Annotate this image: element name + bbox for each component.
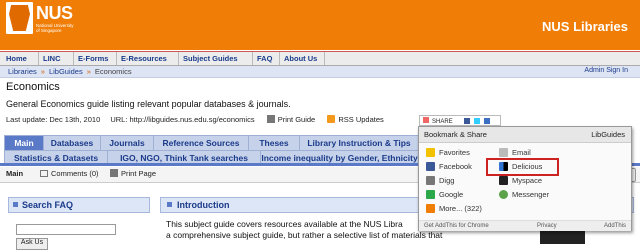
share-messenger[interactable]: Messenger (499, 190, 549, 199)
facebook-label: Facebook (439, 162, 472, 171)
popup-header: Bookmark & Share LibGuides (419, 127, 631, 143)
myspace-label: Myspace (512, 176, 543, 185)
get-addthis-link[interactable]: Get AddThis for Chrome (424, 221, 489, 231)
facebook-icon (426, 162, 435, 171)
messenger-label: Messenger (512, 190, 550, 199)
print-guide-label: Print Guide (277, 115, 316, 124)
popup-brand: LibGuides (591, 130, 625, 139)
printer-icon (266, 115, 275, 123)
guide-meta-row: Last update: Dec 13th, 2010 URL: http://… (6, 115, 384, 124)
delicious-highlight-box (486, 158, 559, 176)
rss-updates-label: RSS Updates (338, 115, 384, 124)
google-label: Google (439, 190, 464, 199)
popup-footer: Get AddThis for Chrome Privacy AddThis (419, 220, 631, 231)
favorites-label: Favorites (439, 148, 470, 157)
collapse-icon[interactable] (13, 202, 18, 207)
search-faq-header: Search FAQ (8, 197, 150, 213)
share-google[interactable]: Google (426, 190, 463, 199)
nav-linc[interactable]: LINC (38, 52, 73, 65)
tab-theses[interactable]: Theses (248, 135, 300, 150)
messenger-icon (499, 190, 508, 199)
breadcrumb-current: Economics (94, 67, 132, 76)
email-label: Email (512, 148, 531, 157)
last-update-text: Last update: Dec 13th, 2010 (6, 115, 101, 124)
tab-journals[interactable]: Journals (100, 135, 154, 150)
twitter-icon (474, 118, 481, 124)
rss-updates-link[interactable]: RSS Updates (327, 115, 384, 124)
subtab-main[interactable]: Main (6, 169, 23, 178)
nav-faq[interactable]: FAQ (252, 52, 279, 65)
digg-label: Digg (439, 176, 455, 185)
star-icon (426, 148, 435, 157)
comments-link[interactable]: Comments (0) (40, 169, 99, 178)
share-myspace[interactable]: Myspace (499, 176, 542, 185)
nav-about-us[interactable]: About Us (279, 52, 325, 65)
nav-eforms[interactable]: E-Forms (73, 52, 116, 65)
rss-icon (327, 115, 336, 123)
more-label: More... (322) (439, 204, 482, 213)
logo-text[interactable]: NUS (36, 4, 73, 22)
plus-icon (426, 204, 435, 213)
tab-library-instruction[interactable]: Library Instruction & Tips (299, 135, 419, 150)
nav-eresources[interactable]: E-Resources (116, 52, 177, 65)
breadcrumb: Libraries» LibGuides» Economics (8, 67, 132, 76)
addthis-link[interactable]: AddThis (604, 221, 626, 231)
nus-logo-icon[interactable] (6, 2, 33, 34)
comments-label: Comments (0) (51, 169, 99, 178)
breadcrumb-libraries[interactable]: Libraries (8, 67, 37, 76)
share-facebook[interactable]: Facebook (426, 162, 472, 171)
nav-subject-guides[interactable]: Subject Guides (178, 52, 253, 65)
share-email[interactable]: Email (499, 148, 531, 157)
print-page-label: Print Page (121, 169, 157, 178)
guide-description: General Economics guide listing relevant… (6, 99, 291, 109)
faq-search-input[interactable] (16, 224, 116, 235)
share-label: SHARE (432, 119, 453, 125)
page-title: Economics (6, 81, 60, 93)
admin-sign-in-link[interactable]: Admin Sign In (584, 67, 628, 74)
introduction-title: Introduction (177, 200, 230, 210)
share-more[interactable]: More... (322) (426, 204, 482, 213)
email-icon (499, 148, 508, 157)
logo-subtitle: National University of Singapore (36, 23, 74, 33)
tab-reference-sources[interactable]: Reference Sources (153, 135, 249, 150)
breadcrumb-bar: Libraries» LibGuides» Economics Admin Sign… (0, 66, 640, 78)
facebook-icon (464, 118, 471, 124)
print-guide-link[interactable]: Print Guide (266, 115, 316, 124)
digg-icon (426, 176, 435, 185)
delicious-small-icon (483, 118, 490, 124)
print-page-link[interactable]: Print Page (110, 169, 156, 178)
tab-main[interactable]: Main (4, 135, 44, 150)
google-icon (426, 190, 435, 199)
share-button[interactable]: SHARE (419, 115, 501, 126)
privacy-link[interactable]: Privacy (537, 221, 557, 231)
share-digg[interactable]: Digg (426, 176, 454, 185)
library-title: NUS Libraries (542, 19, 628, 34)
comment-icon (40, 170, 48, 177)
breadcrumb-libguides[interactable]: LibGuides (49, 67, 83, 76)
tab-databases[interactable]: Databases (43, 135, 101, 150)
share-favorites[interactable]: Favorites (426, 148, 470, 157)
collapse-icon[interactable] (167, 202, 172, 207)
top-nav: Home LINC E-Forms E-Resources Subject Gu… (0, 51, 640, 66)
site-header: NUS National University of Singapore NUS… (0, 0, 640, 50)
ask-us-button[interactable]: Ask Us (16, 238, 48, 250)
myspace-icon (499, 176, 508, 185)
nav-home[interactable]: Home (2, 52, 38, 65)
guide-url-text: URL: http://libguides.nus.edu.sg/economi… (110, 115, 255, 124)
search-faq-title: Search FAQ (22, 200, 74, 210)
popup-title: Bookmark & Share (424, 130, 487, 139)
printer-icon (110, 169, 118, 177)
addthis-plus-icon (423, 117, 429, 123)
bookmark-share-popup: Bookmark & Share LibGuides Favorites Ema… (418, 126, 632, 231)
